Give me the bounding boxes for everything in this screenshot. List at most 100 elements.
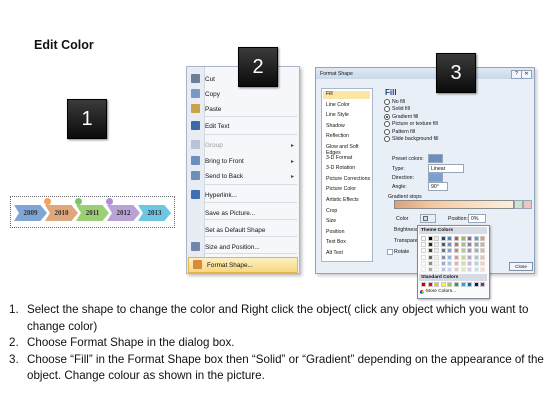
theme-color-swatch[interactable]: [480, 236, 486, 241]
theme-shade-swatch[interactable]: [421, 242, 426, 248]
theme-shade-swatch[interactable]: [480, 254, 486, 260]
angle-input[interactable]: 90°: [428, 182, 448, 191]
standard-color-swatch[interactable]: [447, 282, 453, 287]
theme-shade-swatch[interactable]: [454, 267, 459, 272]
preset-colors-dropdown[interactable]: [428, 154, 443, 163]
menu-item-edit-text[interactable]: Edit Text: [187, 119, 299, 133]
theme-shade-swatch[interactable]: [434, 242, 440, 248]
theme-shade-swatch[interactable]: [427, 242, 433, 248]
more-colors-item[interactable]: More Colors...: [420, 289, 456, 294]
radio-picture-or-texture-fill[interactable]: Picture or texture fill: [384, 121, 438, 128]
standard-color-swatch[interactable]: [427, 282, 433, 287]
standard-color-swatch[interactable]: [480, 282, 486, 287]
standard-color-swatch[interactable]: [467, 282, 473, 287]
theme-shade-swatch[interactable]: [434, 267, 440, 272]
theme-shade-swatch[interactable]: [460, 267, 466, 272]
theme-shade-swatch[interactable]: [447, 242, 453, 248]
category-picture-corrections[interactable]: Picture Corrections: [326, 176, 370, 182]
close-icon[interactable]: ✕: [521, 70, 532, 79]
add-stop-button[interactable]: [514, 200, 523, 209]
theme-color-swatch[interactable]: [467, 236, 473, 241]
theme-shade-swatch[interactable]: [454, 248, 459, 254]
standard-color-swatch[interactable]: [421, 282, 426, 287]
theme-color-swatch[interactable]: [454, 236, 459, 241]
menu-item-save-as-picture[interactable]: Save as Picture...: [187, 206, 299, 220]
timeline-arrow[interactable]: 2009: [14, 205, 47, 221]
theme-shade-swatch[interactable]: [440, 248, 446, 254]
theme-shade-swatch[interactable]: [467, 267, 473, 272]
theme-color-swatch[interactable]: [427, 236, 433, 241]
theme-shade-swatch[interactable]: [480, 267, 486, 272]
type-dropdown[interactable]: Linear: [428, 164, 464, 173]
theme-shade-swatch[interactable]: [460, 254, 466, 260]
category-size[interactable]: Size: [326, 218, 336, 224]
standard-color-swatch[interactable]: [473, 282, 479, 287]
standard-color-swatch[interactable]: [434, 282, 440, 287]
radio-gradient-fill[interactable]: Gradient fill: [384, 113, 418, 120]
theme-shade-swatch[interactable]: [454, 260, 459, 266]
color-picker-button[interactable]: [420, 214, 436, 223]
theme-shade-swatch[interactable]: [460, 242, 466, 248]
theme-shade-swatch[interactable]: [440, 254, 446, 260]
menu-item-bring-to-front[interactable]: Bring to Front ▸: [187, 154, 299, 168]
rotate-checkbox[interactable]: [387, 249, 393, 255]
category-text-box[interactable]: Text Box: [326, 239, 346, 245]
theme-shade-swatch[interactable]: [447, 260, 453, 266]
timeline-arrow[interactable]: 2010: [45, 205, 78, 221]
menu-item-group[interactable]: Group ▸: [187, 138, 299, 152]
theme-shade-swatch[interactable]: [427, 260, 433, 266]
theme-shade-swatch[interactable]: [447, 267, 453, 272]
theme-shade-swatch[interactable]: [440, 267, 446, 272]
category-artistic-effects[interactable]: Artistic Effects: [326, 197, 359, 203]
theme-color-swatch[interactable]: [460, 236, 466, 241]
category-line-color[interactable]: Line Color: [326, 102, 350, 108]
theme-shade-swatch[interactable]: [467, 254, 473, 260]
standard-color-swatch[interactable]: [440, 282, 446, 287]
theme-shade-swatch[interactable]: [473, 260, 479, 266]
category-alt-text[interactable]: Alt Text: [326, 250, 343, 256]
menu-item-format-shape[interactable]: Format Shape...: [188, 257, 298, 273]
theme-shade-swatch[interactable]: [421, 260, 426, 266]
theme-shade-swatch[interactable]: [427, 254, 433, 260]
theme-shade-swatch[interactable]: [427, 267, 433, 272]
theme-color-swatch[interactable]: [434, 236, 440, 241]
category-3-d-format[interactable]: 3-D Format: [326, 155, 352, 161]
category-line-style[interactable]: Line Style: [326, 112, 349, 118]
theme-shade-swatch[interactable]: [427, 248, 433, 254]
theme-shade-swatch[interactable]: [467, 242, 473, 248]
standard-color-swatch[interactable]: [454, 282, 459, 287]
theme-shade-swatch[interactable]: [473, 267, 479, 272]
theme-shade-swatch[interactable]: [460, 260, 466, 266]
theme-shade-swatch[interactable]: [447, 254, 453, 260]
category-fill[interactable]: Fill: [323, 91, 370, 99]
menu-item-size-and-position[interactable]: Size and Position...: [187, 240, 299, 254]
theme-color-swatch[interactable]: [447, 236, 453, 241]
theme-shade-swatch[interactable]: [454, 242, 459, 248]
theme-shade-swatch[interactable]: [454, 254, 459, 260]
theme-shade-swatch[interactable]: [473, 254, 479, 260]
standard-color-swatch[interactable]: [460, 282, 466, 287]
category-crop[interactable]: Crop: [326, 208, 337, 214]
category-shadow[interactable]: Shadow: [326, 123, 345, 129]
theme-color-swatch[interactable]: [440, 236, 446, 241]
radio-slide-background-fill[interactable]: Slide background fill: [384, 136, 438, 142]
radio-pattern-fill[interactable]: Pattern fill: [384, 128, 415, 135]
theme-shade-swatch[interactable]: [434, 254, 440, 260]
direction-dropdown[interactable]: [428, 173, 443, 182]
theme-shade-swatch[interactable]: [467, 248, 473, 254]
gradient-stops-bar[interactable]: [394, 200, 514, 209]
theme-shade-swatch[interactable]: [421, 254, 426, 260]
theme-shade-swatch[interactable]: [480, 260, 486, 266]
category-3-d-rotation[interactable]: 3-D Rotation: [326, 165, 355, 171]
close-button[interactable]: Close: [509, 262, 533, 271]
theme-shade-swatch[interactable]: [434, 260, 440, 266]
theme-shade-swatch[interactable]: [460, 248, 466, 254]
category-position[interactable]: Position: [326, 229, 344, 235]
menu-item-paste[interactable]: Paste: [187, 102, 299, 116]
radio-solid-fill[interactable]: Solid fill: [384, 106, 410, 113]
theme-shade-swatch[interactable]: [447, 248, 453, 254]
category-picture-color[interactable]: Picture Color: [326, 186, 356, 192]
theme-shade-swatch[interactable]: [421, 248, 426, 254]
theme-color-swatch[interactable]: [421, 236, 426, 241]
menu-item-hyperlink[interactable]: Hyperlink...: [187, 188, 299, 202]
